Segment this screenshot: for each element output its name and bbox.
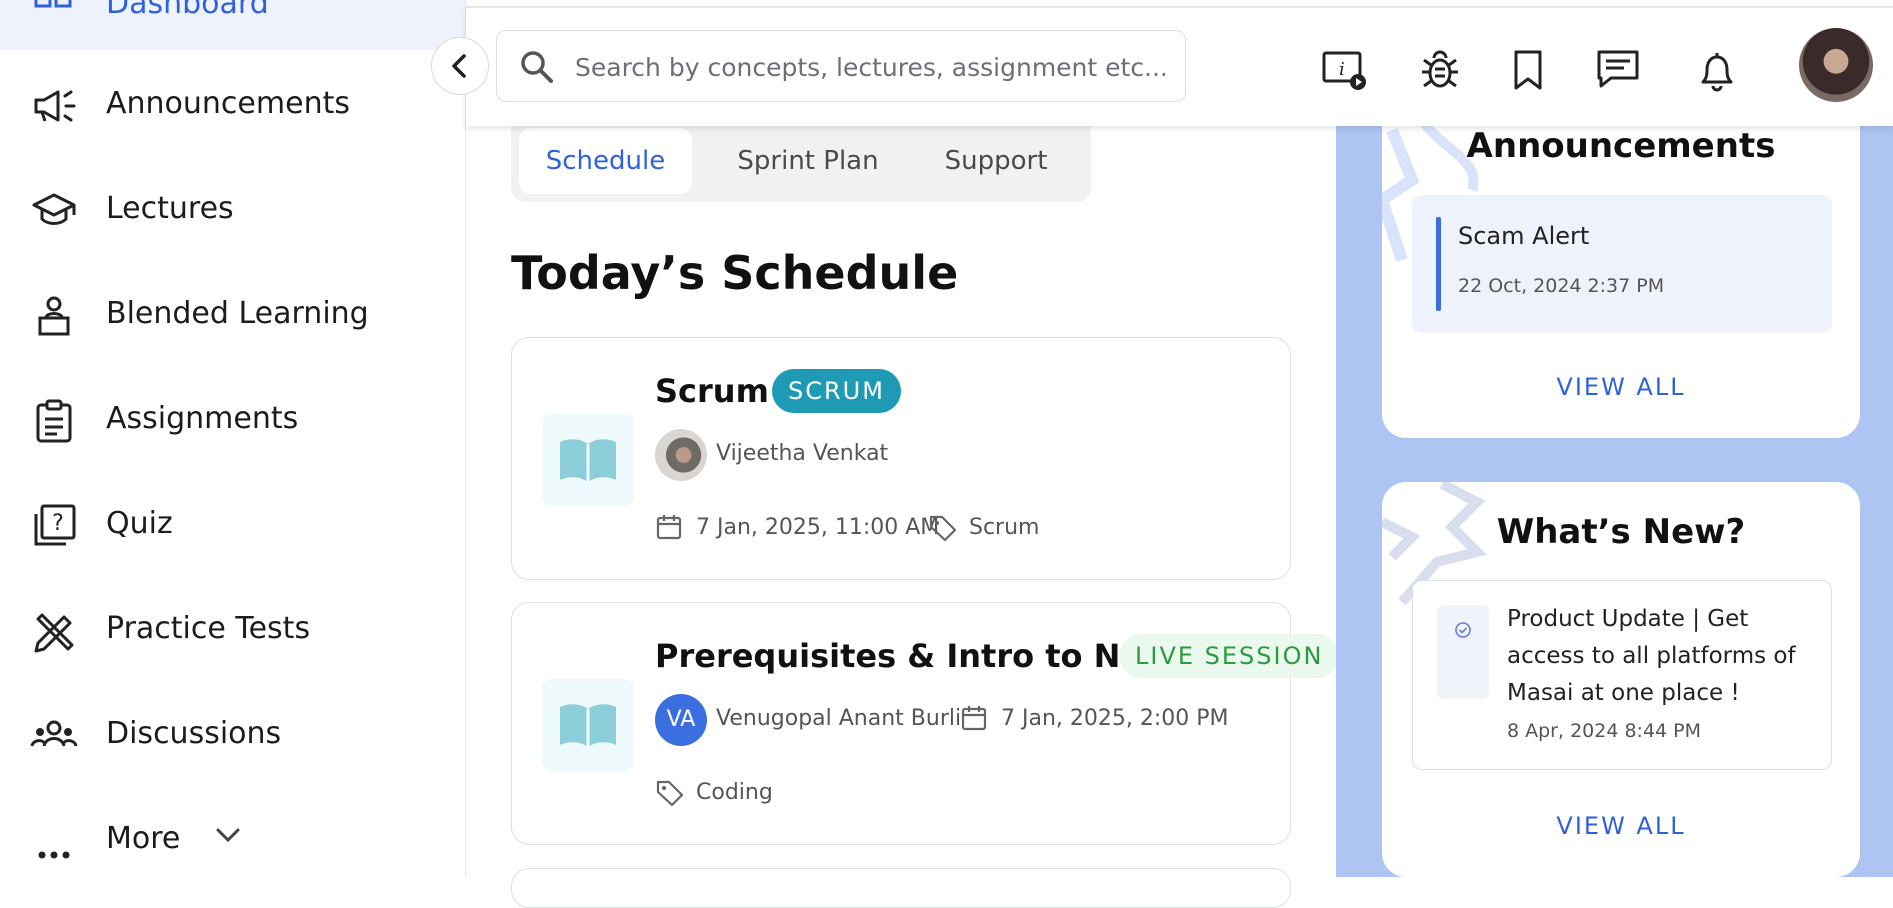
whats-new-item[interactable]: Product Update | Get access to all platf… xyxy=(1412,580,1832,770)
tab-support[interactable]: Support xyxy=(916,128,1076,194)
chevron-down-icon[interactable] xyxy=(215,827,241,843)
sidebar-item-dashboard[interactable]: Dashboard xyxy=(0,0,465,50)
view-all-announcements-link[interactable]: VIEW ALL xyxy=(1382,373,1860,401)
bug-icon[interactable] xyxy=(1418,48,1462,92)
session-datetime: 7 Jan, 2025, 11:00 AM xyxy=(696,515,940,540)
user-avatar[interactable] xyxy=(1799,28,1873,102)
panel-title: Announcements xyxy=(1466,126,1776,166)
sidebar-item-lectures[interactable]: Lectures xyxy=(0,169,465,249)
sidebar-item-practice-tests[interactable]: Practice Tests xyxy=(0,589,465,669)
question-box-icon: ? xyxy=(34,504,76,546)
whats-new-text: Product Update | Get access to all platf… xyxy=(1507,606,1796,706)
instructor-avatar xyxy=(655,429,707,481)
instructor-name: Vijeetha Venkat xyxy=(716,441,889,466)
dashboard-icon xyxy=(34,0,72,8)
session-datetime: 7 Jan, 2025, 2:00 PM xyxy=(1001,706,1229,731)
group-icon xyxy=(30,720,78,747)
announcement-date: 22 Oct, 2024 2:37 PM xyxy=(1458,275,1665,297)
accent-bar xyxy=(1436,217,1441,311)
calendar-icon xyxy=(961,706,987,731)
session-type-badge: SCRUM xyxy=(772,369,901,413)
pencil-ruler-icon xyxy=(34,613,74,653)
open-book-icon xyxy=(560,439,616,482)
chat-icon[interactable] xyxy=(1596,48,1640,92)
sidebar-item-label: Dashboard xyxy=(106,0,269,21)
info-video-icon[interactable]: i xyxy=(1322,48,1366,92)
page-title: Today’s Schedule xyxy=(511,246,959,300)
announcements-panel: Announcements Scam Alert 22 Oct, 2024 2:… xyxy=(1382,80,1860,438)
session-card[interactable] xyxy=(511,868,1291,908)
session-tag: Scrum xyxy=(969,515,1040,540)
tab-sprint-plan[interactable]: Sprint Plan xyxy=(716,128,900,194)
sidebar: Dashboard Announcements Lectures Blended… xyxy=(0,0,466,877)
sidebar-item-label: Lectures xyxy=(106,191,234,226)
sidebar-item-announcements[interactable]: Announcements xyxy=(0,64,465,144)
more-dots-icon xyxy=(38,851,70,859)
search-box[interactable] xyxy=(496,30,1186,102)
sidebar-item-label: Announcements xyxy=(106,86,350,121)
calendar-icon xyxy=(656,515,682,540)
announcement-item[interactable]: Scam Alert 22 Oct, 2024 2:37 PM xyxy=(1412,195,1832,333)
sidebar-item-label: Practice Tests xyxy=(106,611,311,646)
svg-text:i: i xyxy=(1339,59,1345,80)
collapse-sidebar-button[interactable] xyxy=(431,37,489,95)
sidebar-item-label: Discussions xyxy=(106,716,282,751)
instructor-name: Venugopal Anant Burli xyxy=(716,706,962,731)
person-desk-icon xyxy=(38,296,70,336)
tab-schedule[interactable]: Schedule xyxy=(519,128,692,194)
bookmark-icon[interactable] xyxy=(1506,48,1550,92)
update-icon-box xyxy=(1437,605,1489,699)
book-icon-tile xyxy=(542,414,634,506)
announcement-title: Scam Alert xyxy=(1458,222,1590,250)
sidebar-item-label: More xyxy=(106,821,181,856)
badge-check-icon xyxy=(1455,622,1471,638)
tag-icon xyxy=(929,515,957,542)
sidebar-item-more[interactable]: More xyxy=(0,799,465,879)
whats-new-panel: What’s New? Product Update | Get access … xyxy=(1382,482,1860,877)
svg-text:?: ? xyxy=(52,511,64,536)
panel-title: What’s New? xyxy=(1496,512,1746,552)
session-type-badge: LIVE SESSION xyxy=(1119,634,1340,678)
view-all-whats-new-link[interactable]: VIEW ALL xyxy=(1382,812,1860,840)
book-icon-tile xyxy=(542,679,634,771)
sidebar-item-label: Blended Learning xyxy=(106,296,369,331)
sidebar-item-label: Quiz xyxy=(106,506,173,541)
sidebar-item-blended-learning[interactable]: Blended Learning xyxy=(0,274,465,354)
tab-bar: Schedule Sprint Plan Support xyxy=(511,118,1091,202)
bell-icon[interactable] xyxy=(1695,48,1739,92)
search-input[interactable] xyxy=(573,45,1167,89)
chevron-left-icon xyxy=(452,54,466,78)
session-card[interactable]: Scrum SCRUM Vijeetha Venkat 7 Jan, 2025,… xyxy=(511,337,1291,580)
sidebar-item-label: Assignments xyxy=(106,401,299,436)
whats-new-date: 8 Apr, 2024 8:44 PM xyxy=(1507,720,1702,742)
sidebar-item-assignments[interactable]: Assignments xyxy=(0,379,465,459)
top-bar: i xyxy=(466,6,1893,126)
tag-icon xyxy=(656,780,684,807)
session-tag: Coding xyxy=(696,780,773,805)
session-card[interactable]: Prerequisites & Intro to Nod... LIVE SES… xyxy=(511,602,1340,845)
clipboard-icon xyxy=(36,399,72,443)
graduation-cap-icon xyxy=(32,193,76,225)
megaphone-icon xyxy=(34,90,76,122)
session-title: Scrum xyxy=(655,372,769,410)
instructor-avatar: VA xyxy=(655,694,707,746)
sidebar-item-quiz[interactable]: ? Quiz xyxy=(0,484,465,564)
sidebar-item-discussions[interactable]: Discussions xyxy=(0,694,465,774)
open-book-icon xyxy=(560,704,616,747)
search-icon xyxy=(521,51,553,83)
